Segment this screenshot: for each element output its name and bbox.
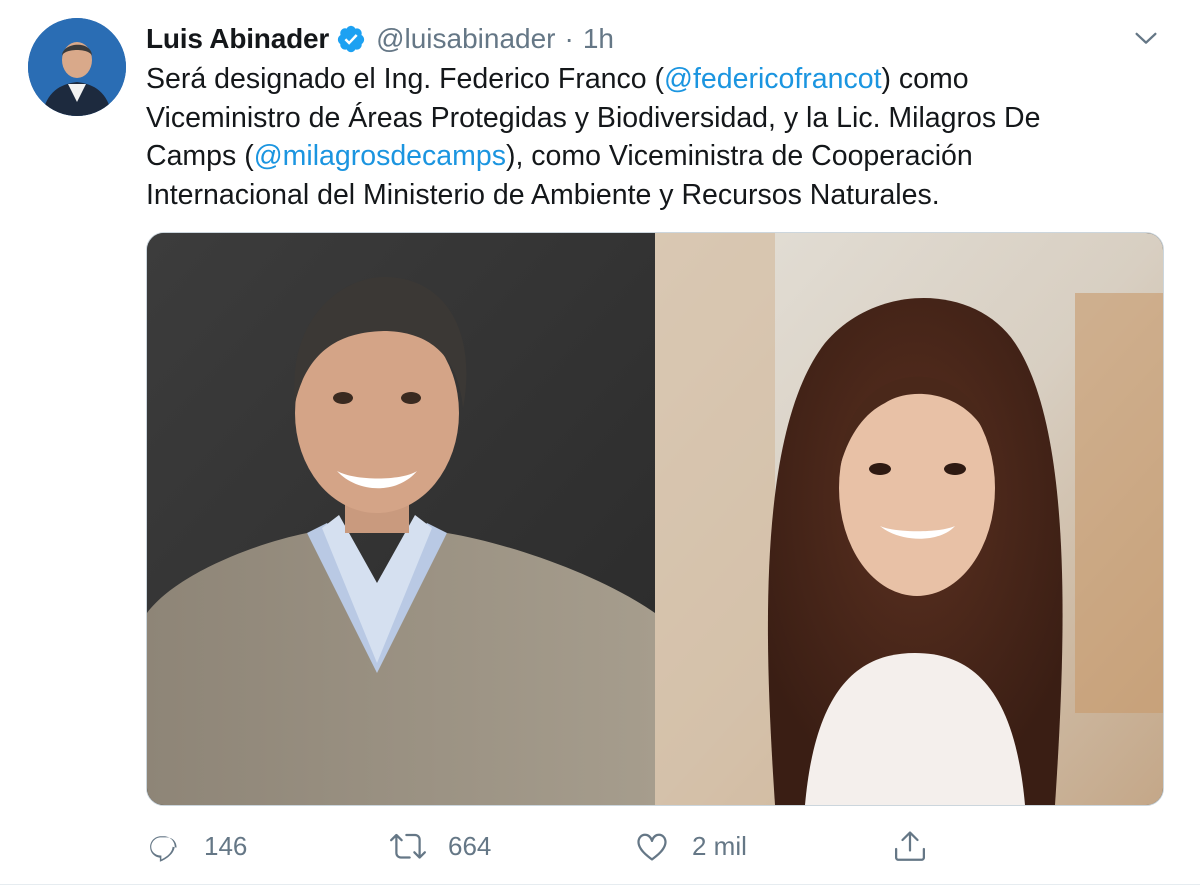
avatar-photo [28,18,126,116]
tweet[interactable]: Luis Abinader @luisabinader · 1h Será de… [0,0,1200,892]
mention-link[interactable]: @federicofrancot [664,63,881,95]
tweet-divider [0,884,1200,885]
mention-link[interactable]: @milagrosdecamps [254,140,506,172]
heart-icon [637,833,667,861]
tweet-text-segment: Será designado el Ing. Federico Franco ( [146,63,665,95]
tweet-line: Internacional del Ministerio de Ambiente… [146,178,940,211]
tweet-line: Viceministro de Áreas Protegidas y Biodi… [146,101,1041,134]
verified-badge-icon [336,24,366,54]
tweet-line: Camps (@milagrosdecamps), como Viceminis… [146,137,1156,176]
reply-button[interactable]: 146 [146,828,247,864]
tweet-text: Será designado el Ing. Federico Franco (… [146,60,1156,214]
tweet-actions: 146 664 2 mil [146,824,1156,868]
tweet-media[interactable] [146,232,1164,806]
tweet-line: Será designado el Ing. Federico Franco (… [146,60,1156,99]
separator-dot: · [564,23,574,54]
tweet-timestamp[interactable]: 1h [583,23,614,55]
media-photo-woman[interactable] [655,233,1163,805]
media-photo-man[interactable] [147,233,655,805]
like-count: 2 mil [692,830,747,861]
author-handle[interactable]: @luisabinader [376,23,555,55]
retweet-count: 664 [448,830,492,861]
tweet-text-segment: Camps ( [146,140,254,172]
share-icon [895,831,925,861]
tweet-text-segment: ) como [881,63,969,95]
author-display-name[interactable]: Luis Abinader [146,23,329,55]
tweet-text-segment: ), como Viceministra de Cooperación [505,140,973,172]
share-button[interactable] [892,828,928,864]
avatar[interactable] [28,18,126,116]
retweet-icon [390,833,426,859]
chevron-down-icon[interactable] [1132,24,1160,52]
retweet-button[interactable]: 664 [390,828,491,864]
reply-icon [150,836,177,862]
reply-count: 146 [204,830,248,861]
like-button[interactable]: 2 mil [634,828,747,864]
tweet-header: Luis Abinader @luisabinader · 1h [146,17,614,61]
